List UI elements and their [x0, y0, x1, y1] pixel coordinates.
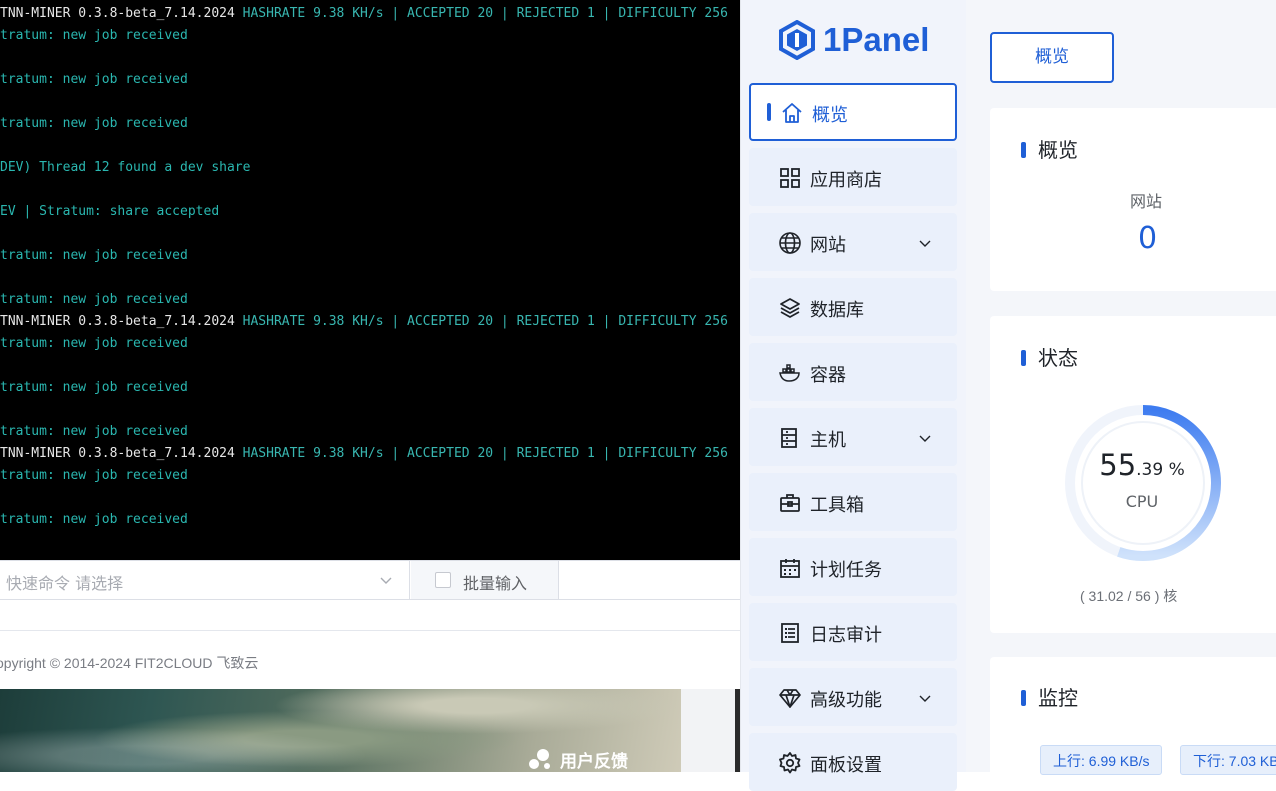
- overview-card: 概览 网站 0: [990, 108, 1276, 291]
- gear-icon: [779, 752, 801, 774]
- logo: 1Panel: [779, 20, 929, 60]
- status-card: 状态 55.39 % CPU ( 31.02 / 56 ) 核: [990, 316, 1276, 633]
- batch-input-toggle[interactable]: 批量输入: [411, 561, 559, 599]
- side-strip: [681, 689, 740, 772]
- terminal-line: tratum: new job received: [0, 28, 188, 43]
- sidebar-item-toolbox[interactable]: 工具箱: [749, 473, 957, 531]
- sidebar-item-containers[interactable]: 容器: [749, 343, 957, 401]
- tab-overview[interactable]: 概览: [990, 32, 1114, 83]
- sidebar-item-label: 工具箱: [810, 495, 864, 516]
- overview-title: 概览: [1038, 138, 1078, 162]
- miner-name: TNN-MINER 0.3.8-beta_7.14.2024: [0, 446, 235, 461]
- sidebar-item-label: 日志审计: [810, 625, 882, 646]
- terminal-line: tratum: new job received: [0, 116, 188, 131]
- monitor-card: 监控 上行: 6.99 KB/s 下行: 7.03 KB/s: [990, 657, 1276, 787]
- cpu-percent-decimal: .39 %: [1136, 460, 1185, 480]
- sidebar-item-databases[interactable]: 数据库: [749, 278, 957, 336]
- docker-icon: [779, 364, 800, 382]
- card-header-marker: [1021, 690, 1026, 706]
- quick-command-placeholder: 快速命令 请选择: [6, 574, 124, 593]
- chevron-down-icon: [919, 695, 931, 702]
- website-count[interactable]: 0: [1138, 221, 1157, 256]
- terminal-output[interactable]: TNN-MINER 0.3.8-beta_7.14.2024 HASHRATE …: [0, 0, 740, 560]
- terminal-line: DEV) Thread 12 found a dev share: [0, 160, 251, 175]
- sidebar-item-hosts[interactable]: 主机: [749, 408, 957, 466]
- sidebar-item-label: 面板设置: [810, 755, 882, 776]
- sidebar-item-label: 高级功能: [810, 690, 882, 711]
- sidebar-item-cron-jobs[interactable]: 计划任务: [749, 538, 957, 596]
- quick-command-select[interactable]: 快速命令 请选择: [0, 561, 410, 599]
- batch-input-label: 批量输入: [463, 574, 528, 593]
- 1panel-logo-icon: [779, 20, 815, 60]
- globe-icon: [779, 232, 801, 254]
- miner-name: TNN-MINER 0.3.8-beta_7.14.2024: [0, 314, 235, 329]
- command-bar: 快速命令 请选择 批量输入: [0, 560, 740, 600]
- chevron-down-icon: [380, 577, 392, 584]
- sidebar-item-websites[interactable]: 网站: [749, 213, 957, 271]
- active-indicator: [767, 103, 771, 121]
- sidebar-item-label: 主机: [810, 430, 846, 451]
- sidebar-item-label: 计划任务: [810, 560, 882, 581]
- terminal-line: TNN-MINER 0.3.8-beta_7.14.2024 HASHRATE …: [0, 6, 728, 22]
- terminal-line: tratum: new job received: [0, 248, 188, 263]
- cpu-percent: 55.39 %: [1082, 448, 1202, 482]
- cpu-cores-text: ( 31.02 / 56 ) 核: [1080, 588, 1178, 604]
- server-icon: [781, 428, 797, 448]
- sidebar-item-log-audit[interactable]: 日志审计: [749, 603, 957, 661]
- miner-stats: HASHRATE 9.38 KH/s | ACCEPTED 20 | REJEC…: [234, 6, 728, 21]
- main-content: 概览 概览 网站 0 状态 55.39 % CPU ( 31.02 / 56 )…: [966, 0, 1276, 787]
- miner-stats: HASHRATE 9.38 KH/s | ACCEPTED 20 | REJEC…: [234, 314, 728, 329]
- card-header-marker: [1021, 142, 1026, 158]
- chevron-down-icon: [919, 240, 931, 247]
- website-label: 网站: [1130, 192, 1163, 211]
- diamond-icon: [779, 689, 801, 708]
- terminal-line: tratum: new job received: [0, 336, 188, 351]
- feedback-button[interactable]: 用户反馈: [526, 746, 628, 772]
- sidebar-item-overview[interactable]: 概览: [749, 83, 957, 141]
- terminal-line: tratum: new job received: [0, 468, 188, 483]
- terminal-line: TNN-MINER 0.3.8-beta_7.14.2024 HASHRATE …: [0, 446, 728, 462]
- log-list-icon: [781, 623, 799, 643]
- sidebar-item-label: 概览: [812, 105, 848, 126]
- toolbox-icon: [780, 494, 800, 512]
- logo-text: 1Panel: [823, 21, 930, 58]
- batch-input-checkbox[interactable]: [435, 572, 451, 588]
- layers-icon: [780, 298, 800, 318]
- sidebar-item-advanced[interactable]: 高级功能: [749, 668, 957, 726]
- upload-speed-badge: 上行: 6.99 KB/s: [1040, 745, 1163, 775]
- sidebar-item-label: 数据库: [810, 300, 864, 321]
- sidebar-item-label: 应用商店: [810, 170, 882, 191]
- copyright-text: opyright © 2014-2024 FIT2CLOUD 飞致云: [0, 655, 259, 671]
- chevron-down-icon: [919, 435, 931, 442]
- sidebar-item-label: 网站: [810, 235, 846, 256]
- terminal-line: tratum: new job received: [0, 380, 188, 395]
- card-header-marker: [1021, 350, 1026, 366]
- cpu-percent-int: 55: [1099, 448, 1137, 482]
- cpu-label: CPU: [1125, 492, 1159, 511]
- miner-name: TNN-MINER 0.3.8-beta_7.14.2024: [0, 6, 235, 21]
- monitor-title: 监控: [1038, 686, 1078, 710]
- terminal-line: tratum: new job received: [0, 424, 188, 439]
- apps-grid-icon: [780, 168, 800, 188]
- terminal-line: tratum: new job received: [0, 72, 188, 87]
- cpu-gauge[interactable]: [1062, 402, 1224, 564]
- sidebar-item-app-store[interactable]: 应用商店: [749, 148, 957, 206]
- status-title: 状态: [1038, 346, 1078, 370]
- download-speed-badge: 下行: 7.03 KB/s: [1180, 745, 1276, 775]
- sidebar-item-label: 容器: [810, 365, 846, 386]
- calendar-icon: [780, 559, 800, 578]
- terminal-line: TNN-MINER 0.3.8-beta_7.14.2024 HASHRATE …: [0, 314, 728, 330]
- terminal-line: tratum: new job received: [0, 512, 188, 527]
- terminal-line: EV | Stratum: share accepted: [0, 204, 220, 219]
- footer: opyright © 2014-2024 FIT2CLOUD 飞致云: [0, 630, 740, 691]
- home-icon: [782, 103, 802, 123]
- terminal-line: tratum: new job received: [0, 292, 188, 307]
- miner-stats: HASHRATE 9.38 KH/s | ACCEPTED 20 | REJEC…: [234, 446, 728, 461]
- feedback-icon: [529, 749, 550, 769]
- feedback-label: 用户反馈: [560, 751, 628, 772]
- sidebar: 1Panel 概览 应用商店 网站 数据库 容器 主机 工具箱 计划任务 日志审…: [740, 0, 966, 791]
- sidebar-item-panel-settings[interactable]: 面板设置: [749, 733, 957, 791]
